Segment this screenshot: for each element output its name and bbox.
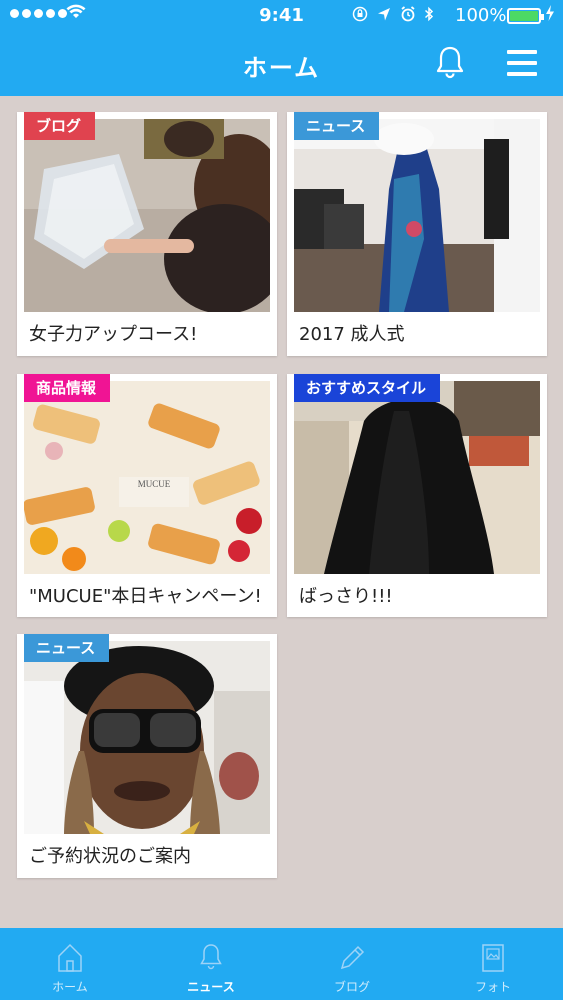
photo-icon bbox=[482, 944, 504, 972]
hamburger-icon bbox=[507, 50, 537, 54]
card-news-post[interactable]: ニュース ご予約状況のご案内 bbox=[17, 634, 277, 878]
tab-label: ニュース bbox=[187, 980, 235, 994]
battery-icon bbox=[507, 8, 544, 24]
rotation-lock-icon bbox=[352, 6, 377, 26]
category-tag: 商品情報 bbox=[24, 374, 111, 402]
tab-label: ホーム bbox=[52, 980, 88, 994]
tab-home[interactable]: ホーム bbox=[0, 928, 140, 1000]
bluetooth-icon bbox=[424, 6, 434, 26]
card-photo: MUCUE bbox=[24, 381, 270, 574]
card-photo bbox=[24, 119, 270, 312]
card-photo bbox=[294, 381, 540, 574]
page-title: ホーム bbox=[242, 54, 321, 82]
location-icon bbox=[377, 8, 400, 26]
card-photo bbox=[24, 641, 270, 834]
card-photo bbox=[294, 119, 540, 312]
card-product-post[interactable]: MUCUE 商品情報 "MUCUE"本日キャンペーン! bbox=[17, 374, 277, 617]
tab-photo[interactable]: フォト bbox=[423, 928, 563, 1000]
bell-icon bbox=[436, 46, 464, 79]
card-caption: ご予約状況のご案内 bbox=[29, 846, 191, 867]
category-tag: ブログ bbox=[24, 112, 96, 140]
card-blog-post[interactable]: ブログ 女子力アップコース! bbox=[17, 112, 277, 356]
photo-brand-text: MUCUE bbox=[138, 479, 171, 489]
card-caption: 2017 成人式 bbox=[299, 324, 405, 345]
tab-blog[interactable]: ブログ bbox=[282, 928, 422, 1000]
tab-bar: ホーム ニュース ブログ フォト bbox=[0, 928, 563, 1000]
card-caption: 女子力アップコース! bbox=[29, 324, 198, 345]
card-style-post[interactable]: おすすめスタイル ばっさり!!! bbox=[287, 374, 547, 617]
alarm-icon bbox=[400, 6, 425, 26]
card-caption: "MUCUE"本日キャンペーン! bbox=[29, 586, 262, 607]
notification-button[interactable] bbox=[430, 42, 470, 82]
category-tag: おすすめスタイル bbox=[294, 374, 441, 402]
category-tag: ニュース bbox=[294, 112, 380, 140]
home-icon bbox=[58, 943, 82, 972]
battery-percent: 100% bbox=[455, 5, 507, 26]
card-caption: ばっさり!!! bbox=[299, 586, 393, 607]
status-bar: 9:41 100% bbox=[0, 0, 563, 32]
card-news-post[interactable]: ニュース 2017 成人式 bbox=[287, 112, 547, 356]
tab-label: フォト bbox=[474, 980, 511, 994]
tab-label: ブログ bbox=[333, 980, 370, 994]
category-tag: ニュース bbox=[24, 634, 110, 662]
tab-news[interactable]: ニュース bbox=[141, 928, 281, 1000]
bell-icon bbox=[200, 944, 222, 970]
menu-button[interactable] bbox=[503, 48, 541, 78]
charging-icon bbox=[545, 5, 555, 25]
top-bar: 9:41 100% ホーム bbox=[0, 0, 563, 96]
pencil-icon bbox=[340, 945, 365, 970]
